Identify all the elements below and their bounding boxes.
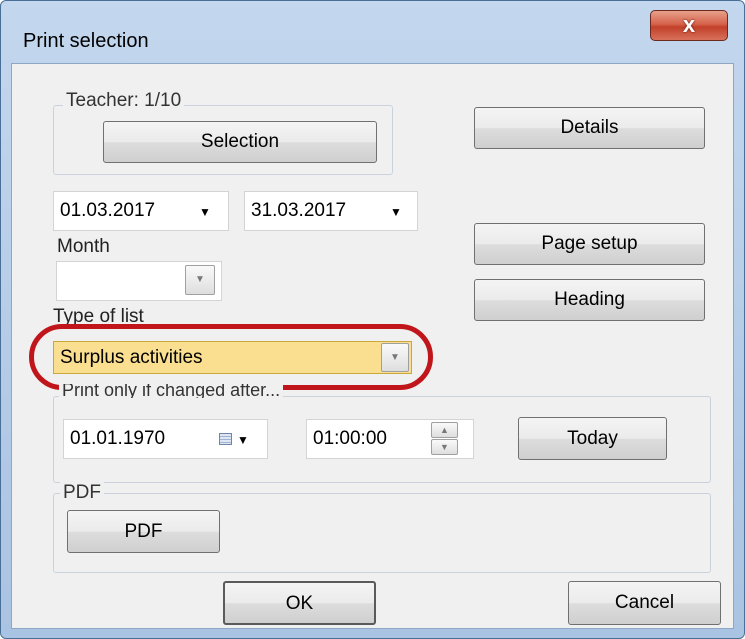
from-date-value: 01.03.2017 [60, 200, 156, 221]
month-label: Month [57, 236, 110, 257]
print-selection-window: Print selection x Teacher: 1/10 Selectio… [0, 0, 745, 639]
window-title: Print selection [23, 30, 149, 52]
calendar-icon[interactable] [219, 433, 232, 445]
title-bar[interactable]: Print selection x [1, 1, 744, 52]
page-setup-button[interactable]: Page setup [474, 223, 705, 265]
close-icon: x [682, 12, 696, 37]
highlight-ellipse [29, 324, 433, 390]
today-button[interactable]: Today [518, 417, 667, 460]
pdf-button[interactable]: PDF [67, 510, 220, 553]
changed-after-legend: Print only if changed after... [59, 384, 284, 398]
heading-button[interactable]: Heading [474, 279, 705, 321]
chevron-down-icon[interactable]: ▼ [237, 421, 249, 459]
spin-down-button[interactable]: ▼ [431, 439, 458, 455]
changed-after-date-value: 01.01.1970 [70, 428, 166, 449]
chevron-down-icon[interactable]: ▼ [199, 193, 211, 231]
arrow-up-icon: ▲ [440, 425, 449, 435]
close-button[interactable]: x [650, 10, 728, 41]
month-dropdown-button[interactable]: ▼ [185, 265, 215, 295]
to-date-value: 31.03.2017 [251, 200, 347, 221]
selection-button[interactable]: Selection [103, 121, 377, 163]
changed-after-time-spinner[interactable]: 01:00:00 ▲ ▼ [306, 419, 474, 459]
cancel-button[interactable]: Cancel [568, 581, 721, 625]
arrow-down-icon: ▼ [440, 442, 449, 452]
changed-after-date-picker[interactable]: 01.01.1970 ▼ [63, 419, 268, 459]
to-date-dropdown[interactable]: 31.03.2017 ▼ [244, 191, 418, 231]
from-date-dropdown[interactable]: 01.03.2017 ▼ [53, 191, 229, 231]
spin-up-button[interactable]: ▲ [431, 422, 458, 438]
changed-after-time-value: 01:00:00 [313, 428, 387, 449]
details-button[interactable]: Details [474, 107, 705, 149]
chevron-down-icon[interactable]: ▼ [390, 193, 402, 231]
month-combo[interactable]: ▼ [56, 261, 222, 301]
teacher-group-legend: Teacher: 1/10 [63, 90, 185, 112]
chevron-down-icon: ▼ [195, 274, 205, 285]
pdf-group-legend: PDF [60, 482, 104, 504]
ok-button[interactable]: OK [223, 581, 376, 625]
